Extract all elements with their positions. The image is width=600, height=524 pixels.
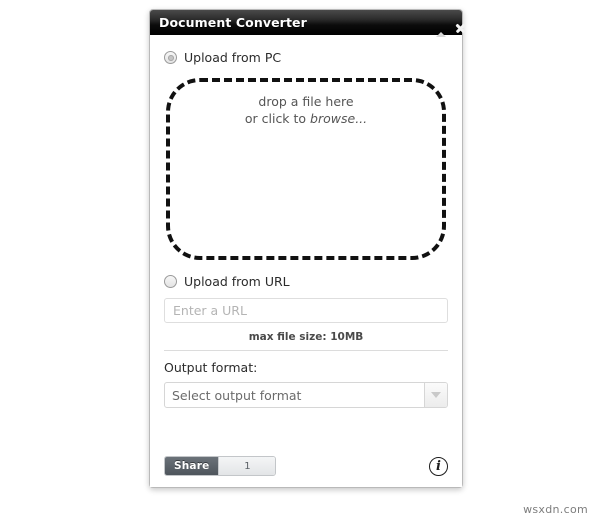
upload-from-url-label: Upload from URL [184,274,290,289]
dropzone-line-2: or click to browse... [170,110,442,127]
watermark: wsxdn.com [523,503,588,516]
info-icon[interactable]: i [429,456,448,476]
dropzone-browse-link[interactable]: browse... [310,111,367,126]
dropzone-line-1: drop a file here [258,94,354,109]
output-format-select[interactable]: Select output format [164,382,448,408]
share-widget[interactable]: Share 1 [164,456,277,476]
window-titlebar: Document Converter [150,10,462,37]
upload-from-pc-option[interactable]: Upload from PC [164,50,448,65]
max-file-size-note: max file size: 10MB [248,331,364,343]
radio-upload-from-url[interactable] [164,275,177,288]
upload-from-url-option[interactable]: Upload from URL [164,274,448,289]
share-count: 1 [218,457,276,475]
url-input[interactable] [164,298,448,323]
radio-upload-from-pc[interactable] [164,51,177,64]
section-divider [164,350,448,351]
upload-from-pc-label: Upload from PC [184,50,282,65]
dropzone-line-2-prefix: or click to [244,111,311,126]
file-dropzone[interactable]: drop a file here or click to browse... [166,78,446,260]
output-format-value: Select output format [172,387,302,403]
window-footer: Share 1 i [164,456,448,487]
share-button[interactable]: Share [165,457,219,475]
document-converter-window: Document Converter Upload from PC drop a… [149,9,463,488]
window-title: Document Converter [159,15,307,30]
window-body: Upload from PC drop a file here or click… [150,35,462,487]
output-format-label: Output format: [164,360,258,375]
chevron-down-icon[interactable] [424,383,447,407]
